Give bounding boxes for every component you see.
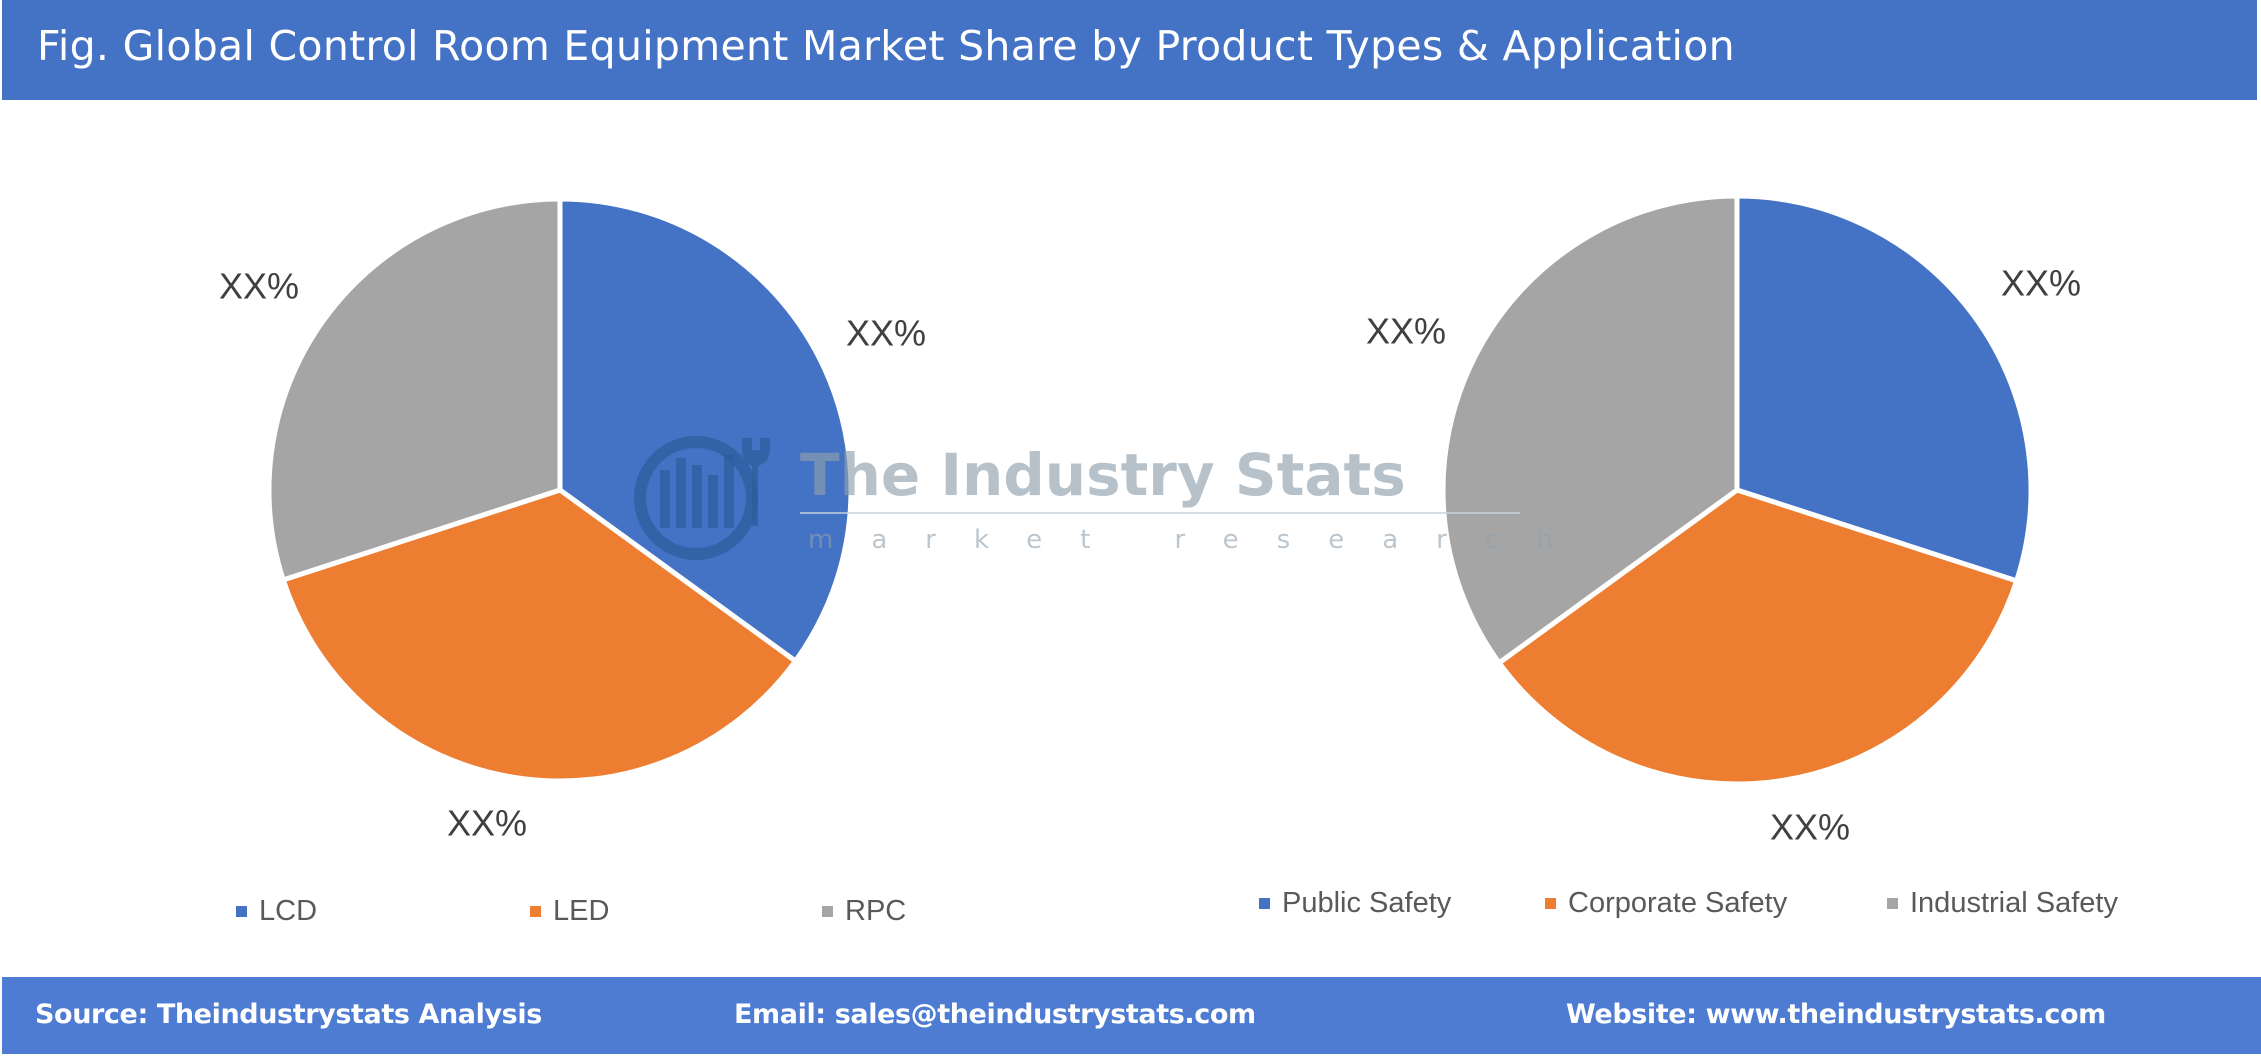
legend-label: LCD [259,895,318,927]
footer-source: Source: Theindustrystats Analysis [35,999,542,1030]
legend-label: Public Safety [1282,887,1452,919]
pie-chart-product-types: XX% XX% XX% [219,196,926,844]
legend-marker-industrial-safety [1887,898,1898,909]
legend-item-lcd: LCD [236,895,317,928]
legend-item-industrial-safety: Industrial Safety [1887,887,2118,920]
legend-label: Corporate Safety [1568,887,1788,919]
footer-email[interactable]: Email: sales@theindustrystats.com [734,999,1256,1030]
legend-marker-led [530,906,541,917]
legend-marker-rpc [822,906,833,917]
legend-label: Industrial Safety [1910,887,2118,919]
legend-item-public-safety: Public Safety [1259,887,1451,920]
watermark-title: The Industry Stats [800,441,1406,509]
watermark-subtitle: market research [808,525,1591,555]
data-label-rpc: XX% [219,266,299,307]
data-label-public-safety: XX% [2001,263,2081,304]
legend-item-led: LED [530,895,609,928]
legend-marker-lcd [236,906,247,917]
pie-chart-application: XX% XX% XX% [1366,193,2081,848]
legend-label: RPC [845,895,907,927]
data-label-led: XX% [447,803,527,844]
footer-bar: Source: Theindustrystats Analysis Email:… [2,977,2261,1054]
data-label-industrial-safety: XX% [1366,311,1446,352]
legend-marker-public-safety [1259,898,1270,909]
legend-item-rpc: RPC [822,895,906,928]
data-label-lcd: XX% [846,313,926,354]
data-label-corporate-safety: XX% [1770,807,1850,848]
footer-website[interactable]: Website: www.theindustrystats.com [1566,999,2106,1030]
legend-item-corporate-safety: Corporate Safety [1545,887,1787,920]
legend-label: LED [553,895,610,927]
legend-marker-corporate-safety [1545,898,1556,909]
